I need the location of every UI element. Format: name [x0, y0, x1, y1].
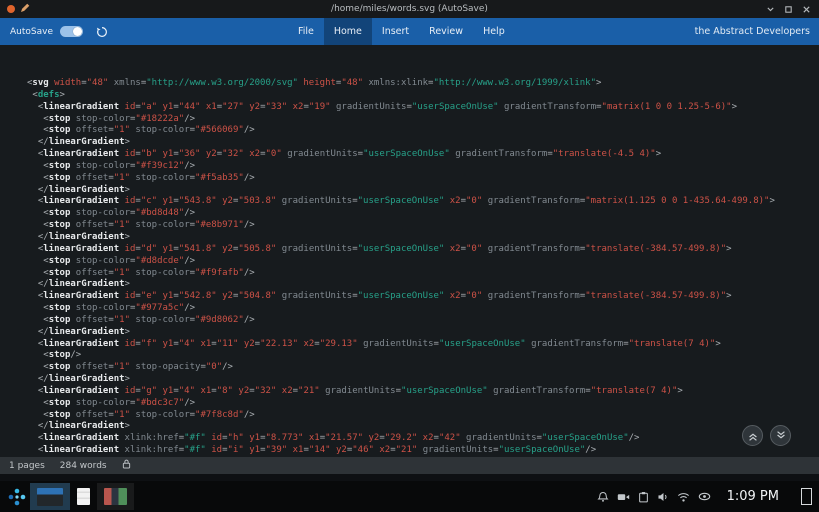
ribbon-tabs: File Home Insert Review Help [108, 18, 695, 45]
app-icon [7, 5, 15, 13]
clipboard-icon[interactable] [638, 491, 649, 503]
network-wifi-icon[interactable] [677, 491, 690, 503]
tab-home[interactable]: Home [323, 18, 372, 45]
code-line: </linearGradient> [37, 231, 130, 242]
autosave-toggle[interactable] [60, 26, 83, 37]
scroll-to-bottom-button[interactable] [770, 425, 791, 446]
image-thumbnail [104, 488, 127, 505]
page-count: 1 pages [9, 460, 45, 471]
window-thumbnail [37, 487, 63, 506]
code-line: </linearGradient> [37, 326, 130, 337]
code-line: </linearGradient> [37, 374, 130, 385]
code-line: <linearGradient id="f" y1="4" x1="11" y2… [37, 338, 721, 349]
code-line: <stop offset="1" stop-color="#566069"/> [43, 125, 255, 136]
close-button[interactable] [802, 5, 811, 14]
code-line: <stop offset="1" stop-opacity="0"/> [43, 362, 233, 373]
taskbar: 1:09 PM [0, 481, 819, 512]
code-editor[interactable]: <svg width="48" xmlns="http://www.w3.org… [0, 45, 819, 457]
taskbar-window-document[interactable] [70, 483, 97, 510]
app-launcher-icon[interactable] [4, 483, 30, 510]
code-line: <stop stop-color="#bdc3c7"/> [43, 397, 196, 408]
floating-scroll-buttons [742, 425, 791, 446]
code-line: <stop stop-color="#bd8d48"/> [43, 208, 196, 219]
tab-review[interactable]: Review [419, 18, 473, 45]
scroll-to-top-button[interactable] [742, 425, 763, 446]
maximize-button[interactable] [784, 5, 793, 14]
ribbon: AutoSave File Home Insert Review Help th… [0, 18, 819, 45]
screen-recorder-icon[interactable] [617, 491, 630, 503]
code-line: </linearGradient> [37, 184, 130, 195]
code-line: <linearGradient id="c" y1="543.8" y2="50… [37, 196, 775, 207]
titlebar: /home/miles/words.svg (AutoSave) [0, 0, 819, 18]
code-line: <linearGradient id="d" y1="541.8" y2="50… [37, 243, 732, 254]
screen: /home/miles/words.svg (AutoSave) AutoSav… [0, 0, 819, 512]
code-line: <linearGradient id="a" y1="44" x1="27" y… [37, 101, 738, 112]
code-line: <linearGradient id="e" y1="542.8" y2="50… [37, 291, 732, 302]
brand-label: the Abstract Developers [694, 26, 810, 37]
tab-help[interactable]: Help [473, 18, 515, 45]
night-color-icon[interactable] [698, 491, 711, 502]
toggle-knob [73, 27, 82, 36]
taskbar-window-editor[interactable] [30, 483, 70, 510]
lock-icon[interactable] [122, 459, 131, 472]
document-area: <svg width="48" xmlns="http://www.w3.org… [0, 45, 819, 457]
code-line: <stop stop-color="#977a5c"/> [43, 303, 196, 314]
code-line: <linearGradient xlink:href="#f" id="i" y… [37, 445, 597, 456]
code-line: <stop offset="1" stop-color="#f9fafb"/> [43, 267, 255, 278]
tab-insert[interactable]: Insert [372, 18, 419, 45]
code-line: <stop offset="1" stop-color="#7f8c8d"/> [43, 409, 255, 420]
show-desktop-button[interactable] [801, 488, 812, 505]
notifications-icon[interactable] [597, 491, 609, 503]
window-title: /home/miles/words.svg (AutoSave) [331, 4, 488, 14]
code-line: </linearGradient> [37, 279, 130, 290]
word-count: 284 words [59, 460, 107, 471]
code-line: <stop stop-color="#d8dcde"/> [43, 255, 196, 266]
code-line: <svg width="48" xmlns="http://www.w3.org… [27, 78, 602, 88]
code-line: <stop offset="1" stop-color="#e8b971"/> [43, 220, 255, 231]
code-line: </linearGradient> [37, 421, 130, 432]
system-tray: 1:09 PM [597, 488, 815, 505]
volume-icon[interactable] [657, 491, 669, 503]
document-thumbnail [77, 488, 90, 505]
minimize-button[interactable] [766, 5, 775, 14]
code-line: <linearGradient id="b" y1="36" y2="32" x… [37, 149, 662, 160]
modified-pencil-icon [20, 3, 30, 16]
clock[interactable]: 1:09 PM [727, 489, 779, 504]
code-line: <stop offset="1" stop-color="#9d8062"/> [43, 314, 255, 325]
code-line: <linearGradient xlink:href="#f" id="h" y… [37, 433, 640, 444]
tab-file[interactable]: File [288, 18, 324, 45]
code-line: <defs> [32, 89, 65, 100]
code-line: </linearGradient> [37, 137, 130, 148]
code-line: <stop offset="1" stop-color="#f5ab35"/> [43, 172, 255, 183]
code-line: <stop stop-color="#f39c12"/> [43, 160, 196, 171]
sync-icon[interactable] [96, 26, 108, 38]
taskbar-window-image[interactable] [97, 483, 134, 510]
code-line: <stop stop-color="#18222a"/> [43, 113, 196, 124]
desktop-strip [0, 474, 819, 481]
autosave-label: AutoSave [10, 26, 53, 37]
code-line: <stop/> [43, 350, 82, 361]
code-line: <linearGradient id="g" y1="4" x1="8" y2=… [37, 385, 683, 396]
statusbar: 1 pages 284 words [0, 457, 819, 474]
